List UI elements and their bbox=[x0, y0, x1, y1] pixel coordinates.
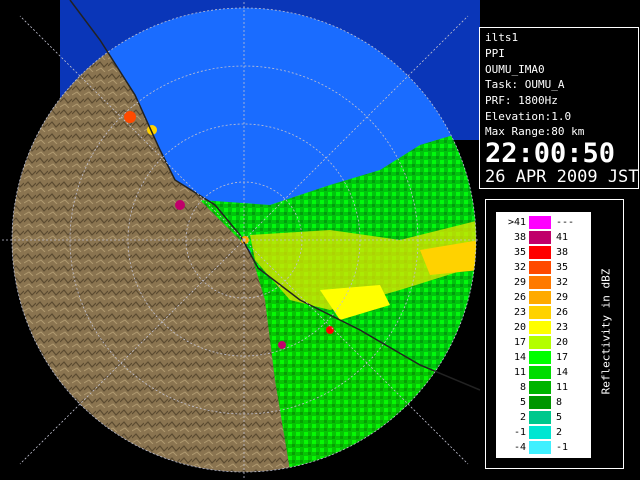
legend-color-swatch bbox=[529, 366, 551, 379]
legend-high-value: 20 bbox=[556, 337, 569, 348]
legend-high-value: --- bbox=[556, 217, 575, 228]
task-name: Task: OUMU_A bbox=[485, 78, 565, 91]
legend-high-value: 17 bbox=[556, 352, 569, 363]
legend-color-swatch bbox=[529, 306, 551, 319]
legend-high-value: 38 bbox=[556, 247, 569, 258]
legend-low-value: 17 bbox=[513, 337, 526, 348]
legend-unit-label: Reflectivity in dBZ bbox=[599, 268, 613, 395]
legend-color-swatch bbox=[529, 216, 551, 229]
echo-cell-3 bbox=[175, 200, 185, 210]
legend-color-swatch bbox=[529, 231, 551, 244]
scan-time: 22:00:50 bbox=[485, 138, 616, 169]
legend-row: 25 bbox=[496, 410, 591, 425]
legend-color-swatch bbox=[529, 276, 551, 289]
legend-color-swatch bbox=[529, 246, 551, 259]
legend-row: 29 32 bbox=[496, 275, 591, 290]
legend-color-swatch bbox=[529, 261, 551, 274]
legend-color-swatch bbox=[529, 396, 551, 409]
legend-color-swatch bbox=[529, 411, 551, 424]
legend-color-swatch bbox=[529, 336, 551, 349]
legend-low-value: 35 bbox=[513, 247, 526, 258]
legend-low-value: 8 bbox=[519, 382, 526, 393]
legend-row: >41 --- bbox=[496, 215, 591, 230]
legend-low-value: 29 bbox=[513, 277, 526, 288]
legend-row: 38 41 bbox=[496, 230, 591, 245]
prf-value: PRF: 1800Hz bbox=[485, 94, 558, 107]
legend-high-value: 23 bbox=[556, 322, 569, 333]
max-range: Max Range:80 km bbox=[485, 125, 585, 138]
legend-high-value: 8 bbox=[556, 397, 563, 408]
legend-row: 8 11 bbox=[496, 380, 591, 395]
legend-low-value: >41 bbox=[507, 217, 526, 228]
legend-high-value: 32 bbox=[556, 277, 569, 288]
legend-low-value: -4 bbox=[513, 442, 526, 453]
legend-low-value: 38 bbox=[513, 232, 526, 243]
legend-row: 20 23 bbox=[496, 320, 591, 335]
scan-date: 26 APR 2009 JST bbox=[485, 167, 639, 187]
legend-high-value: 26 bbox=[556, 307, 569, 318]
legend-low-value: 23 bbox=[513, 307, 526, 318]
legend-row: 35 38 bbox=[496, 245, 591, 260]
legend-row: 23 26 bbox=[496, 305, 591, 320]
legend-row: 58 bbox=[496, 395, 591, 410]
legend-high-value: 11 bbox=[556, 382, 569, 393]
product-type: PPI bbox=[485, 47, 505, 60]
legend-color-swatch bbox=[529, 426, 551, 439]
elevation-value: Elevation:1.0 bbox=[485, 110, 572, 123]
legend-row: 11 14 bbox=[496, 365, 591, 380]
legend-high-value: 29 bbox=[556, 292, 569, 303]
legend-low-value: 2 bbox=[519, 412, 526, 423]
legend-low-value: -1 bbox=[513, 427, 526, 438]
reflectivity-legend: >41 --- 38 41 35 38 32 35 29 32 26 29 23 26 20 23 17 20 14… bbox=[485, 199, 624, 469]
legend-row: -1 2 bbox=[496, 425, 591, 440]
legend-scale: >41 --- 38 41 35 38 32 35 29 32 26 29 23 26 20 23 17 20 14… bbox=[496, 212, 591, 458]
info-panel: ilts1 PPI OUMU_IMA0 Task: OUMU_A PRF: 18… bbox=[479, 27, 639, 189]
legend-low-value: 11 bbox=[513, 367, 526, 378]
legend-color-swatch bbox=[529, 381, 551, 394]
legend-row: 32 35 bbox=[496, 260, 591, 275]
legend-high-value: 14 bbox=[556, 367, 569, 378]
legend-low-value: 20 bbox=[513, 322, 526, 333]
legend-low-value: 32 bbox=[513, 262, 526, 273]
legend-color-swatch bbox=[529, 351, 551, 364]
legend-color-swatch bbox=[529, 441, 551, 454]
legend-color-swatch bbox=[529, 321, 551, 334]
legend-row: -4 -1 bbox=[496, 440, 591, 455]
legend-high-value: 2 bbox=[556, 427, 563, 438]
legend-high-value: 35 bbox=[556, 262, 569, 273]
legend-low-value: 26 bbox=[513, 292, 526, 303]
site-name: ilts1 bbox=[485, 31, 519, 44]
station-id: OUMU_IMA0 bbox=[485, 63, 545, 76]
legend-high-value: 5 bbox=[556, 412, 563, 423]
legend-low-value: 5 bbox=[519, 397, 526, 408]
echo-cell-5 bbox=[326, 326, 334, 334]
legend-unit: Reflectivity in dBZ bbox=[596, 200, 616, 470]
legend-high-value: -1 bbox=[556, 442, 569, 453]
legend-row: 14 17 bbox=[496, 350, 591, 365]
echo-cell-4 bbox=[278, 341, 286, 349]
legend-high-value: 41 bbox=[556, 232, 569, 243]
legend-row: 26 29 bbox=[496, 290, 591, 305]
legend-color-swatch bbox=[529, 291, 551, 304]
legend-row: 17 20 bbox=[496, 335, 591, 350]
legend-low-value: 14 bbox=[513, 352, 526, 363]
